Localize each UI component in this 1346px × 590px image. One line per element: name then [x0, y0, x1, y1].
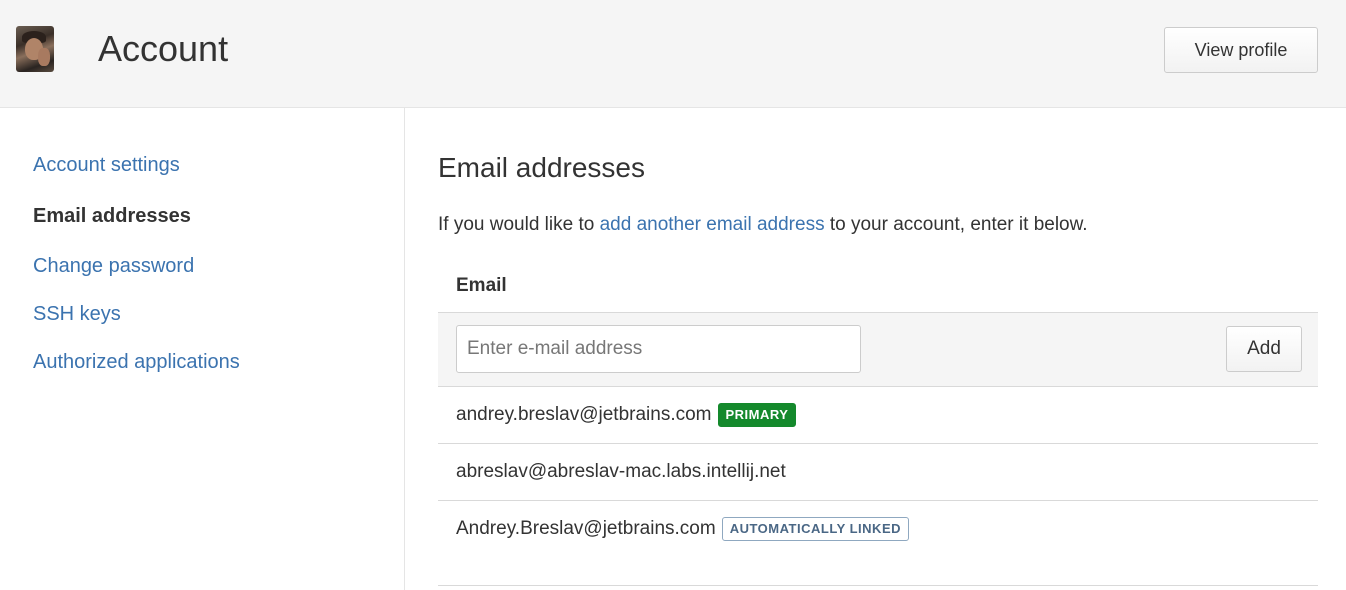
- add-email-button[interactable]: Add: [1226, 326, 1302, 372]
- email-input[interactable]: [456, 325, 861, 373]
- avatar-hand: [38, 48, 50, 66]
- table-divider: [438, 443, 1318, 444]
- page-title: Account: [98, 28, 229, 69]
- section-title: Email addresses: [438, 152, 645, 183]
- sidebar: [0, 108, 405, 590]
- intro-text-before: If you would like to: [438, 214, 600, 235]
- sidebar-item-ssh-keys[interactable]: SSH keys: [33, 302, 121, 326]
- table-row: andrey.breslav@jetbrains.com PRIMARY: [456, 403, 797, 427]
- intro-text: If you would like to add another email a…: [438, 213, 1088, 237]
- add-email-link[interactable]: add another email address: [600, 214, 825, 235]
- sidebar-item-authorized-applications[interactable]: Authorized applications: [33, 350, 240, 374]
- table-row: Andrey.Breslav@jetbrains.com AUTOMATICAL…: [456, 517, 910, 541]
- email-address: andrey.breslav@jetbrains.com: [456, 404, 712, 425]
- primary-badge: PRIMARY: [717, 403, 797, 427]
- email-column-header: Email: [456, 275, 507, 296]
- email-address: Andrey.Breslav@jetbrains.com: [456, 518, 716, 539]
- table-divider: [438, 500, 1318, 501]
- page-header: Account View profile: [0, 0, 1346, 108]
- sidebar-item-change-password[interactable]: Change password: [33, 254, 194, 278]
- intro-text-after: to your account, enter it below.: [824, 214, 1088, 235]
- sidebar-item-email-addresses[interactable]: Email addresses: [33, 204, 191, 228]
- table-divider: [438, 585, 1318, 586]
- table-divider: [438, 386, 1318, 387]
- email-address: abreslav@abreslav-mac.labs.intellij.net: [456, 461, 786, 482]
- automatically-linked-badge: AUTOMATICALLY LINKED: [721, 517, 910, 541]
- sidebar-item-account-settings[interactable]: Account settings: [33, 153, 180, 177]
- table-row: abreslav@abreslav-mac.labs.intellij.net: [456, 460, 786, 484]
- avatar[interactable]: [16, 26, 54, 72]
- view-profile-button[interactable]: View profile: [1164, 27, 1318, 73]
